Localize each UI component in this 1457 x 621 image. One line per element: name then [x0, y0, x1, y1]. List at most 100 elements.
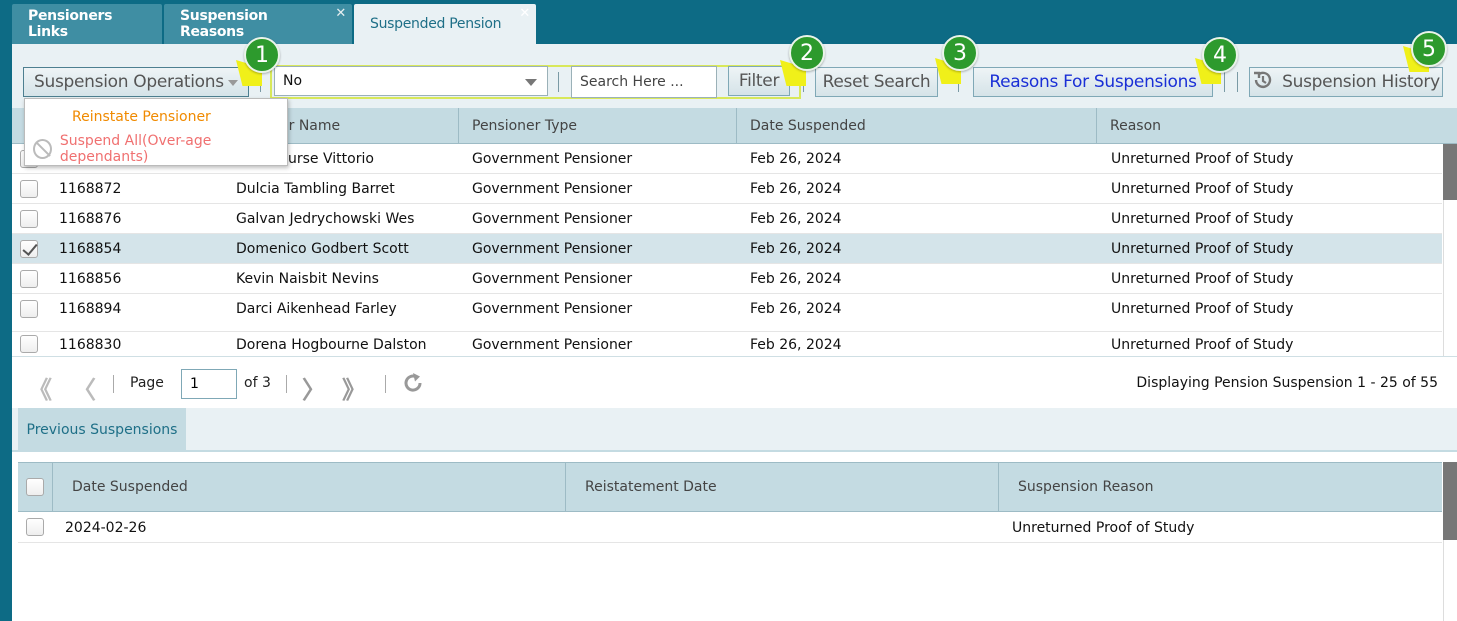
chevron-down-icon [228, 80, 238, 86]
column-header-pensioner-type[interactable]: Pensioner Type [458, 108, 736, 144]
display-info: Displaying Pension Suspension 1 - 25 of … [1136, 375, 1438, 391]
column-label: Pensioner Type [472, 118, 578, 134]
table-row[interactable]: 1168894 Darci Aikenhead Farley Governmen… [12, 294, 1442, 332]
page-count-label: of 3 [244, 375, 271, 391]
tab-strip: Pensioners Links Suspension Reasons ✕ Su… [0, 0, 1457, 44]
callout-badge-3: 3 [942, 35, 978, 71]
row-checkbox[interactable] [20, 210, 38, 228]
menu-item-label: Suspend All(Over-age dependants) [59, 133, 212, 165]
cell-type: Government Pensioner [472, 241, 633, 257]
callout-number: 4 [1213, 42, 1227, 68]
reasons-for-suspensions-button[interactable]: Reasons For Suspensions [973, 67, 1213, 97]
callout-number: 1 [255, 42, 269, 68]
cell-name: Galvan Jedrychowski Wes [236, 211, 415, 227]
previous-page-icon[interactable]: 〈 [72, 370, 96, 405]
column-label: Reason [1110, 118, 1162, 134]
callout-badge-4: 4 [1202, 37, 1238, 73]
cell-date: Feb 26, 2024 [750, 241, 842, 257]
scrollbar-thumb[interactable] [1443, 200, 1457, 356]
column-label: er Name [280, 118, 341, 134]
grid-scrollbar[interactable] [1443, 144, 1457, 356]
table-row-selected[interactable]: 1168854 Domenico Godbert Scott Governmen… [12, 234, 1442, 264]
cell-type: Government Pensioner [472, 301, 633, 317]
callout-number: 5 [1422, 36, 1436, 62]
operations-menu: Reinstate Pensioner Suspend All(Over-age… [24, 98, 288, 166]
cell-reason: Unreturned Proof of Study [1111, 181, 1294, 197]
cell-date: Feb 26, 2024 [750, 181, 842, 197]
row-checkbox[interactable] [26, 518, 44, 536]
table-row[interactable]: 1168856 Kevin Naisbit Nevins Government … [12, 264, 1442, 294]
refresh-icon[interactable] [400, 370, 426, 400]
search-input[interactable] [571, 66, 717, 98]
cell-name: Domenico Godbert Scott [236, 241, 409, 257]
cell-type: Government Pensioner [472, 151, 633, 167]
table-row[interactable]: 2024-02-26 Unreturned Proof of Study [18, 512, 1442, 543]
next-page-icon[interactable]: 〉 [302, 370, 326, 405]
table-row[interactable]: 1168830 Dorena Hogbourne Dalston Governm… [12, 332, 1442, 356]
menu-item-label: Reinstate Pensioner [72, 109, 211, 125]
column-header-suspension-reason[interactable]: Suspension Reason [998, 463, 1442, 511]
column-label: Date Suspended [72, 479, 188, 495]
filter-select[interactable]: No [274, 66, 548, 96]
suspension-operations-button[interactable]: Suspension Operations [23, 67, 249, 97]
cell-date: Feb 26, 2024 [750, 301, 842, 317]
column-header-reinstatement-date[interactable]: Reistatement Date [565, 463, 998, 511]
cell-type: Government Pensioner [472, 181, 633, 197]
callout-number: 3 [953, 40, 967, 66]
page-number-input[interactable] [181, 369, 237, 399]
previous-grid-header: Date Suspended Reistatement Date Suspens… [18, 462, 1442, 512]
tab-previous-suspensions[interactable]: Previous Suspensions [18, 408, 186, 452]
callout-badge-1: 1 [244, 37, 280, 73]
filter-label: Filter [738, 71, 780, 91]
page-label: Page [130, 375, 164, 391]
callout-badge-2: 2 [789, 35, 825, 71]
reasons-label: Reasons For Suspensions [989, 72, 1197, 92]
cell-id: 1168854 [59, 241, 122, 257]
row-checkbox[interactable] [20, 270, 38, 288]
cell-name: Darci Aikenhead Farley [236, 301, 397, 317]
previous-grid-scrollbar[interactable] [1443, 462, 1457, 621]
main-panel: Suspension Operations No Filter Reset Se… [12, 44, 1457, 621]
column-header-date-suspended[interactable]: Date Suspended [736, 108, 1096, 144]
tab-suspended-pension[interactable]: Suspended Pension ✕ [354, 4, 536, 44]
select-all-column[interactable] [18, 463, 52, 511]
row-checkbox[interactable] [20, 335, 38, 353]
cell-name: urse Vittorio [288, 151, 374, 167]
cell-reason: Unreturned Proof of Study [1111, 151, 1294, 167]
table-row[interactable]: 1168876 Galvan Jedrychowski Wes Governme… [12, 204, 1442, 234]
column-label: Date Suspended [750, 118, 866, 134]
table-row[interactable]: 1168872 Dulcia Tambling Barret Governmen… [12, 174, 1442, 204]
chevron-down-icon [525, 79, 537, 86]
menu-item-reinstate-pensioner[interactable]: Reinstate Pensioner [25, 102, 287, 132]
filter-select-value: No [283, 73, 303, 89]
row-checkbox[interactable] [20, 180, 38, 198]
history-icon [1252, 69, 1282, 96]
tab-label: Suspension Reasons [180, 8, 268, 40]
cell-name: Dorena Hogbourne Dalston [236, 337, 427, 353]
toolbar-separator [1224, 72, 1225, 92]
close-icon[interactable]: ✕ [335, 6, 346, 21]
cell-reason: Unreturned Proof of Study [1111, 211, 1294, 227]
scrollbar-thumb[interactable] [1443, 540, 1457, 621]
cell-type: Government Pensioner [472, 271, 633, 287]
pager-separator [286, 375, 287, 393]
row-checkbox[interactable] [20, 300, 38, 318]
tab-label: Suspended Pension [370, 16, 502, 32]
reset-search-button[interactable]: Reset Search [815, 67, 938, 97]
column-header-reason[interactable]: Reason [1096, 108, 1457, 144]
menu-item-suspend-all[interactable]: Suspend All(Over-age dependants) [25, 133, 287, 165]
filter-button[interactable]: Filter [728, 66, 790, 96]
pager-separator [385, 375, 386, 393]
column-header-date-suspended[interactable]: Date Suspended [52, 463, 565, 511]
select-all-checkbox[interactable] [26, 478, 44, 496]
last-page-icon[interactable]: 》 [342, 370, 366, 405]
cell-type: Government Pensioner [472, 337, 633, 353]
previous-suspensions-tabbar: Previous Suspensions [12, 408, 1457, 452]
first-page-icon[interactable]: 《 [28, 370, 52, 405]
tab-pensioners-links[interactable]: Pensioners Links [12, 4, 162, 44]
cell-id: 1168876 [59, 211, 122, 227]
row-checkbox[interactable] [20, 240, 38, 258]
cell-date: Feb 26, 2024 [750, 337, 842, 353]
previous-suspensions-grid: Date Suspended Reistatement Date Suspens… [12, 452, 1457, 621]
close-icon[interactable]: ✕ [519, 6, 530, 21]
